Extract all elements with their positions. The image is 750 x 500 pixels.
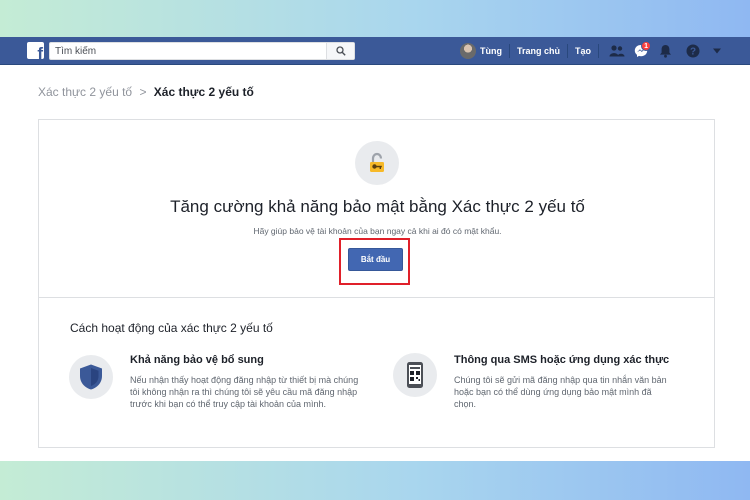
breadcrumb: Xác thực 2 yếu tố > Xác thực 2 yếu tố — [38, 85, 254, 99]
feature-description-line: Nếu nhận thấy hoạt động đăng nhập từ thi… — [130, 375, 359, 385]
feature-description-line: hoặc bạn có thể dùng ứng dụng bảo mật mì… — [454, 387, 652, 397]
hero-headline: Tăng cường khả năng bảo mật bằng Xác thự… — [170, 197, 585, 216]
start-button[interactable]: Bắt đầu — [348, 248, 403, 271]
search-input[interactable] — [50, 43, 325, 59]
feature-description: Nếu nhận thấy hoạt động đăng nhập từ thi… — [130, 374, 358, 410]
friend-requests-button[interactable] — [605, 37, 629, 65]
search-button[interactable] — [326, 43, 354, 59]
feature-description-line: tôi không nhận ra thì chúng tôi sẽ yêu c… — [130, 387, 358, 397]
create-link[interactable]: Tạo — [568, 37, 598, 65]
svg-text:?: ? — [690, 47, 696, 58]
profile-name: Tùng — [480, 46, 502, 56]
lock-key-icon — [370, 152, 384, 172]
feature-title: Khả năng bảo vệ bổ sung — [130, 354, 264, 366]
help-button[interactable]: ? — [681, 37, 705, 65]
feature-description-line: chọn. — [454, 399, 477, 409]
messages-button[interactable]: 1 — [629, 37, 653, 65]
profile-link[interactable]: Tùng — [453, 37, 509, 65]
feature-icon-circle — [393, 353, 437, 397]
feature-icon-circle — [69, 355, 113, 399]
bell-icon — [659, 45, 671, 58]
caret-down-icon — [713, 48, 722, 54]
browser-viewport: f Tùng Trang chủ Tạo — [0, 37, 750, 461]
facebook-logo-letter: f — [37, 44, 43, 59]
home-link[interactable]: Trang chủ — [510, 37, 567, 65]
breadcrumb-current: Xác thực 2 yếu tố — [153, 85, 254, 99]
nav-divider — [598, 44, 600, 58]
friends-icon — [609, 45, 625, 57]
account-menu-button[interactable] — [705, 37, 729, 65]
help-icon: ? — [686, 44, 700, 58]
messages-badge: 1 — [641, 41, 652, 51]
breadcrumb-separator: > — [139, 85, 147, 99]
notifications-button[interactable] — [653, 37, 677, 65]
feature-description-line: trước khi bạn có thể truy cập tài khoản … — [130, 399, 327, 409]
section-divider — [39, 297, 714, 298]
facebook-logo[interactable]: f — [27, 42, 44, 59]
avatar — [460, 43, 476, 59]
lock-icon-circle — [355, 141, 399, 185]
phone-qr-icon — [407, 362, 423, 388]
breadcrumb-parent[interactable]: Xác thực 2 yếu tố — [38, 85, 132, 99]
hero-subline: Hãy giúp bảo vệ tài khoản của bạn ngay c… — [253, 226, 502, 236]
top-navigation-bar: f Tùng Trang chủ Tạo — [0, 37, 750, 65]
nav-right-group: Tùng Trang chủ Tạo 1 ? — [453, 37, 729, 65]
feature-description-line: Chúng tôi sẽ gửi mã đăng nhập qua tin nh… — [454, 375, 667, 385]
shield-icon — [80, 364, 102, 390]
feature-description: Chúng tôi sẽ gửi mã đăng nhập qua tin nh… — [454, 374, 667, 410]
two-factor-card: Tăng cường khả năng bảo mật bằng Xác thự… — [38, 119, 715, 448]
search-icon — [335, 46, 346, 56]
how-it-works-title: Cách hoạt động của xác thực 2 yếu tố — [70, 321, 273, 335]
search-box — [49, 42, 355, 60]
feature-title: Thông qua SMS hoặc ứng dụng xác thực — [454, 354, 670, 366]
